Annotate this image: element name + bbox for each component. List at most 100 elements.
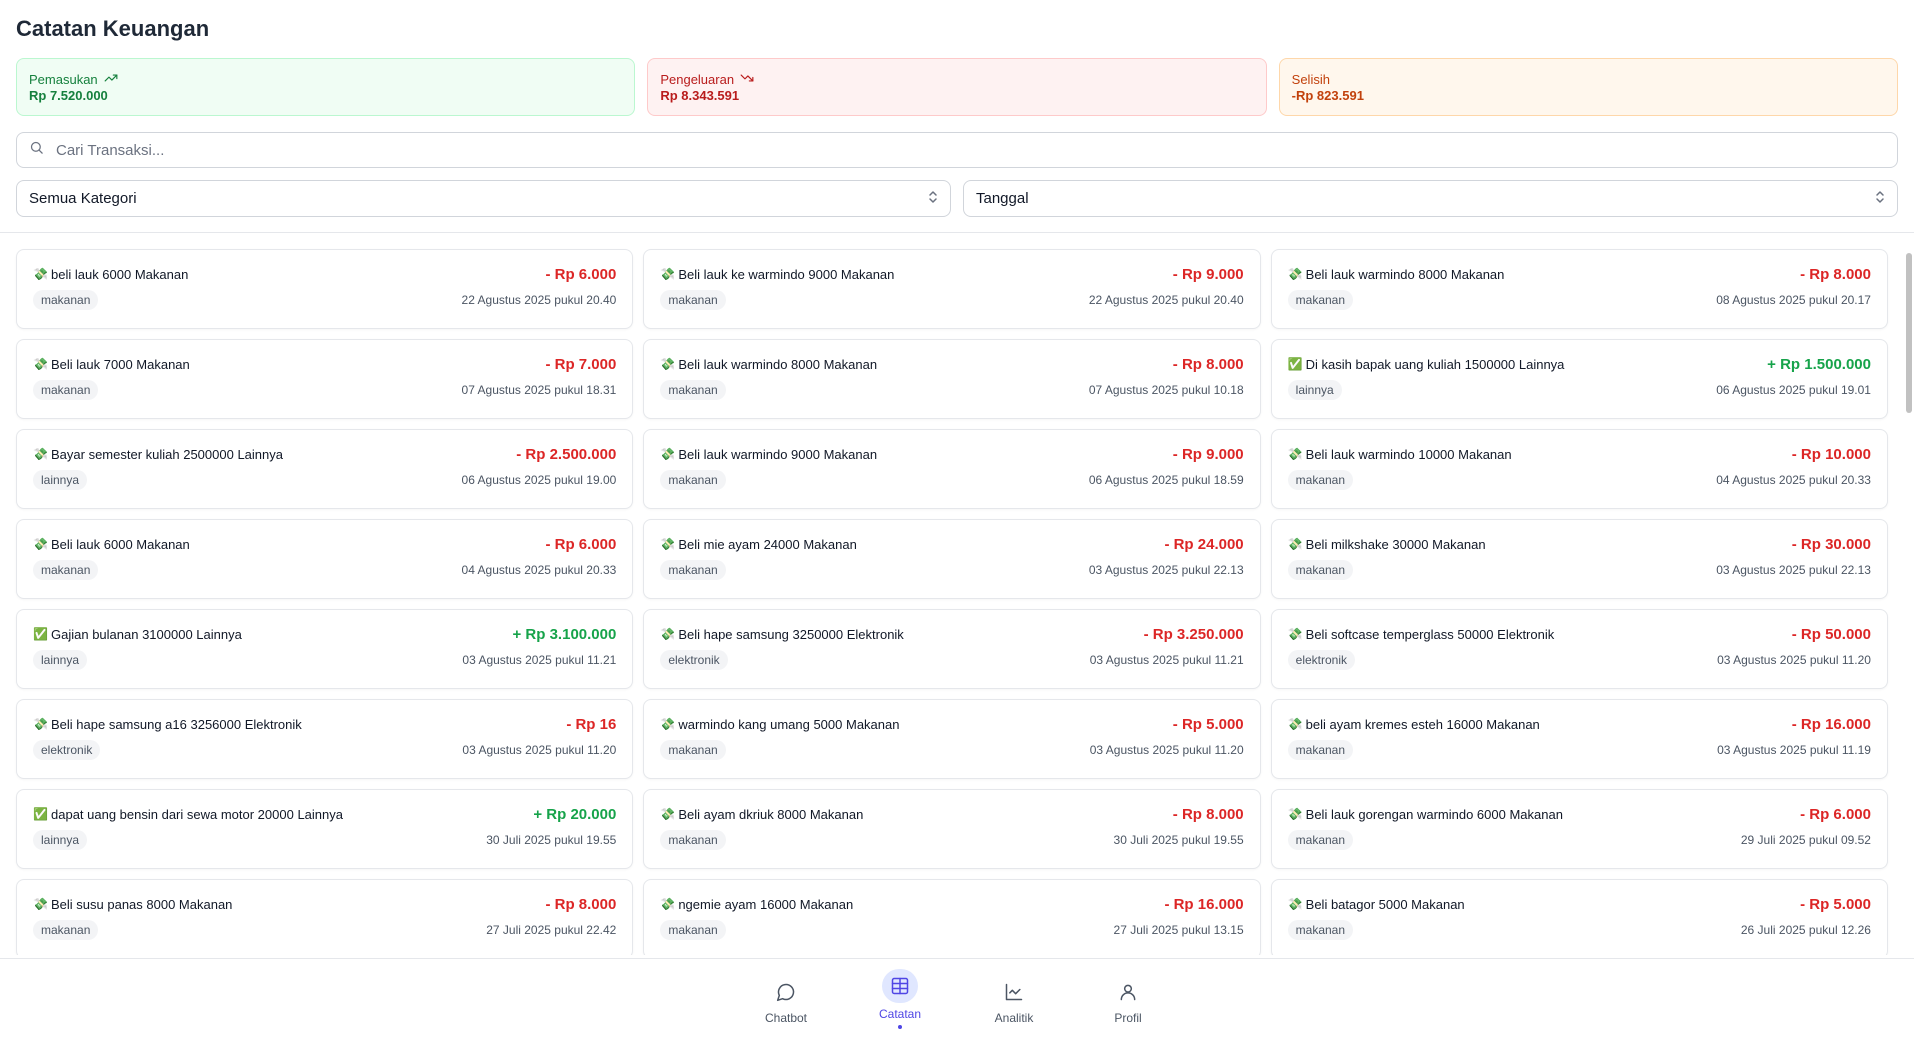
transaction-card[interactable]: 💸 Beli batagor 5000 Makanan - Rp 5.000 maka… xyxy=(1270,879,1888,955)
transaction-date: 30 Juli 2025 pukul 19.55 xyxy=(1113,833,1244,847)
transaction-card[interactable]: 💸 beli lauk 6000 Makanan - Rp 6.000 makanan… xyxy=(16,249,634,329)
transaction-description-text: beli ayam kremes esteh 16000 Makanan xyxy=(1305,716,1540,732)
transaction-card[interactable]: ✅ Gajian bulanan 3100000 Lainnya + Rp 3.10… xyxy=(16,609,634,689)
transaction-list[interactable]: 💸 beli lauk 6000 Makanan - Rp 6.000 makanan… xyxy=(0,233,1914,955)
transaction-description: 💸 ngemie ayam 16000 Makanan xyxy=(660,897,853,912)
money-icon: 💸 xyxy=(33,897,48,911)
trending-down-icon xyxy=(740,71,754,88)
transaction-description-text: Beli susu panas 8000 Makanan xyxy=(51,896,233,912)
scrollbar[interactable] xyxy=(1904,253,1912,943)
transaction-date: 29 Juli 2025 pukul 09.52 xyxy=(1740,833,1871,847)
transaction-amount: - Rp 8.000 xyxy=(1172,355,1244,373)
transaction-description: 💸 warmindo kang umang 5000 Makanan xyxy=(660,717,899,732)
nav-chatbot[interactable]: Chatbot xyxy=(729,959,843,1040)
transaction-card[interactable]: 💸 Beli softcase temperglass 50000 Elektro… xyxy=(1270,609,1888,689)
transaction-description: ✅ dapat uang bensin dari sewa motor 20000… xyxy=(33,807,343,822)
user-icon xyxy=(1111,977,1145,1007)
scrollbar-thumb[interactable] xyxy=(1906,253,1912,413)
transaction-card[interactable]: 💸 Beli milkshake 30000 Makanan - Rp 30.000… xyxy=(1270,519,1888,599)
money-icon: 💸 xyxy=(660,717,676,731)
money-icon: 💸 xyxy=(1287,267,1303,281)
transaction-description: 💸 Beli ayam dkriuk 8000 Makanan xyxy=(660,807,863,822)
transaction-card[interactable]: 💸 Bayar semester kuliah 2500000 Lainnya - … xyxy=(16,429,634,509)
money-icon: 💸 xyxy=(660,627,676,641)
nav-analitik[interactable]: Analitik xyxy=(957,959,1071,1040)
transaction-description: 💸 beli lauk 6000 Makanan xyxy=(33,267,188,282)
transaction-description: 💸 beli ayam kremes esteh 16000 Makanan xyxy=(1288,717,1540,732)
transaction-description-text: beli lauk 6000 Makanan xyxy=(51,266,189,282)
transaction-card[interactable]: 💸 Beli lauk gorengan warmindo 6000 Makana… xyxy=(1270,789,1888,869)
transaction-card[interactable]: 💸 warmindo kang umang 5000 Makanan - Rp 5.… xyxy=(643,699,1261,779)
transaction-description-text: Beli lauk ke warmindo 9000 Makanan xyxy=(678,266,895,282)
category-badge: makanan xyxy=(660,740,726,760)
transaction-card[interactable]: 💸 Beli hape samsung 3250000 Elektronik - R… xyxy=(643,609,1261,689)
transaction-card[interactable]: 💸 Beli lauk warmindo 9000 Makanan - Rp 9.0… xyxy=(643,429,1261,509)
money-icon: 💸 xyxy=(660,537,676,551)
money-icon: 💸 xyxy=(660,267,676,281)
money-icon: 💸 xyxy=(1287,627,1303,641)
check-icon: ✅ xyxy=(33,807,48,821)
nav-catatan[interactable]: Catatan xyxy=(843,959,957,1040)
category-badge: makanan xyxy=(1287,920,1354,940)
chevron-updown-icon xyxy=(928,190,938,208)
category-badge: elektronik xyxy=(33,740,101,760)
transaction-card[interactable]: 💸 beli ayam kremes esteh 16000 Makanan - R… xyxy=(1270,699,1888,779)
transaction-date: 03 Agustus 2025 pukul 11.21 xyxy=(1089,653,1244,667)
transaction-card[interactable]: 💸 Beli susu panas 8000 Makanan - Rp 8.000 m… xyxy=(16,879,634,955)
search-bar[interactable] xyxy=(16,132,1898,168)
expense-card: Pengeluaran Rp 8.343.591 xyxy=(647,58,1267,116)
money-icon: 💸 xyxy=(660,807,676,821)
transaction-card[interactable]: 💸 Beli mie ayam 24000 Makanan - Rp 24.000 m… xyxy=(643,519,1261,599)
check-icon: ✅ xyxy=(33,627,48,641)
transaction-description-text: Beli lauk warmindo 9000 Makanan xyxy=(678,446,878,462)
transaction-amount: - Rp 16 xyxy=(566,715,617,733)
transaction-description: 💸 Beli batagor 5000 Makanan xyxy=(1288,897,1465,912)
transaction-card[interactable]: 💸 ngemie ayam 16000 Makanan - Rp 16.000 mak… xyxy=(643,879,1261,955)
search-input[interactable] xyxy=(56,141,1885,159)
transaction-amount: - Rp 9.000 xyxy=(1172,445,1244,463)
transaction-card[interactable]: 💸 Beli lauk warmindo 8000 Makanan - Rp 8.0… xyxy=(643,339,1261,419)
transaction-description-text: Beli lauk gorengan warmindo 6000 Makanan xyxy=(1305,806,1563,822)
date-select-value: Tanggal xyxy=(976,190,1029,207)
money-icon: 💸 xyxy=(660,357,676,371)
transaction-card[interactable]: 💸 Beli lauk 6000 Makanan - Rp 6.000 makanan… xyxy=(16,519,634,599)
active-indicator xyxy=(898,1025,902,1029)
nav-label: Chatbot xyxy=(764,1011,808,1025)
money-icon: 💸 xyxy=(33,447,48,461)
category-badge: lainnya xyxy=(33,470,88,490)
transaction-grid: 💸 beli lauk 6000 Makanan - Rp 6.000 makanan… xyxy=(0,233,1914,955)
category-badge: makanan xyxy=(1287,560,1354,580)
transaction-description-text: Di kasih bapak uang kuliah 1500000 Lainn… xyxy=(1305,356,1565,372)
category-select[interactable]: Semua Kategori xyxy=(16,180,951,217)
nav-label: Catatan xyxy=(878,1007,922,1021)
transaction-description-text: Beli lauk 6000 Makanan xyxy=(51,536,190,552)
transaction-description: 💸 Beli lauk 6000 Makanan xyxy=(33,537,190,552)
expense-value: Rp 8.343.591 xyxy=(660,88,740,103)
transaction-description-text: Beli milkshake 30000 Makanan xyxy=(1305,536,1486,552)
transaction-date: 08 Agustus 2025 pukul 20.17 xyxy=(1716,293,1871,307)
transaction-card[interactable]: ✅ Di kasih bapak uang kuliah 1500000 Lain… xyxy=(1270,339,1888,419)
transaction-description-text: Beli lauk warmindo 8000 Makanan xyxy=(678,356,878,372)
transaction-description: 💸 Bayar semester kuliah 2500000 Lainnya xyxy=(33,447,283,462)
transaction-card[interactable]: 💸 Beli ayam dkriuk 8000 Makanan - Rp 8.000… xyxy=(643,789,1261,869)
transaction-card[interactable]: 💸 Beli lauk warmindo 8000 Makanan - Rp 8.0… xyxy=(1270,249,1888,329)
transaction-card[interactable]: ✅ dapat uang bensin dari sewa motor 20000… xyxy=(16,789,634,869)
difference-label: Selisih xyxy=(1291,71,1330,87)
income-card: Pemasukan Rp 7.520.000 xyxy=(16,58,636,116)
transaction-date: 22 Agustus 2025 pukul 20.40 xyxy=(461,293,617,307)
transaction-description-text: Beli ayam dkriuk 8000 Makanan xyxy=(678,806,864,822)
category-badge: makanan xyxy=(660,920,726,940)
transaction-description-text: Beli lauk warmindo 10000 Makanan xyxy=(1305,446,1512,462)
money-icon: 💸 xyxy=(1287,717,1303,731)
transaction-description: 💸 Beli lauk ke warmindo 9000 Makanan xyxy=(660,267,894,282)
nav-profil[interactable]: Profil xyxy=(1071,959,1185,1040)
transaction-description: 💸 Beli lauk 7000 Makanan xyxy=(33,357,190,372)
transaction-card[interactable]: 💸 Beli lauk 7000 Makanan - Rp 7.000 makanan… xyxy=(16,339,634,419)
transaction-amount: - Rp 6.000 xyxy=(545,535,617,553)
date-select[interactable]: Tanggal xyxy=(963,180,1898,217)
transaction-date: 03 Agustus 2025 pukul 22.13 xyxy=(1716,563,1871,577)
transaction-card[interactable]: 💸 Beli lauk warmindo 10000 Makanan - Rp 10… xyxy=(1270,429,1888,509)
transaction-card[interactable]: 💸 Beli hape samsung a16 3256000 Elektroni… xyxy=(16,699,634,779)
transaction-date: 07 Agustus 2025 pukul 10.18 xyxy=(1088,383,1244,397)
transaction-card[interactable]: 💸 Beli lauk ke warmindo 9000 Makanan - Rp … xyxy=(643,249,1261,329)
